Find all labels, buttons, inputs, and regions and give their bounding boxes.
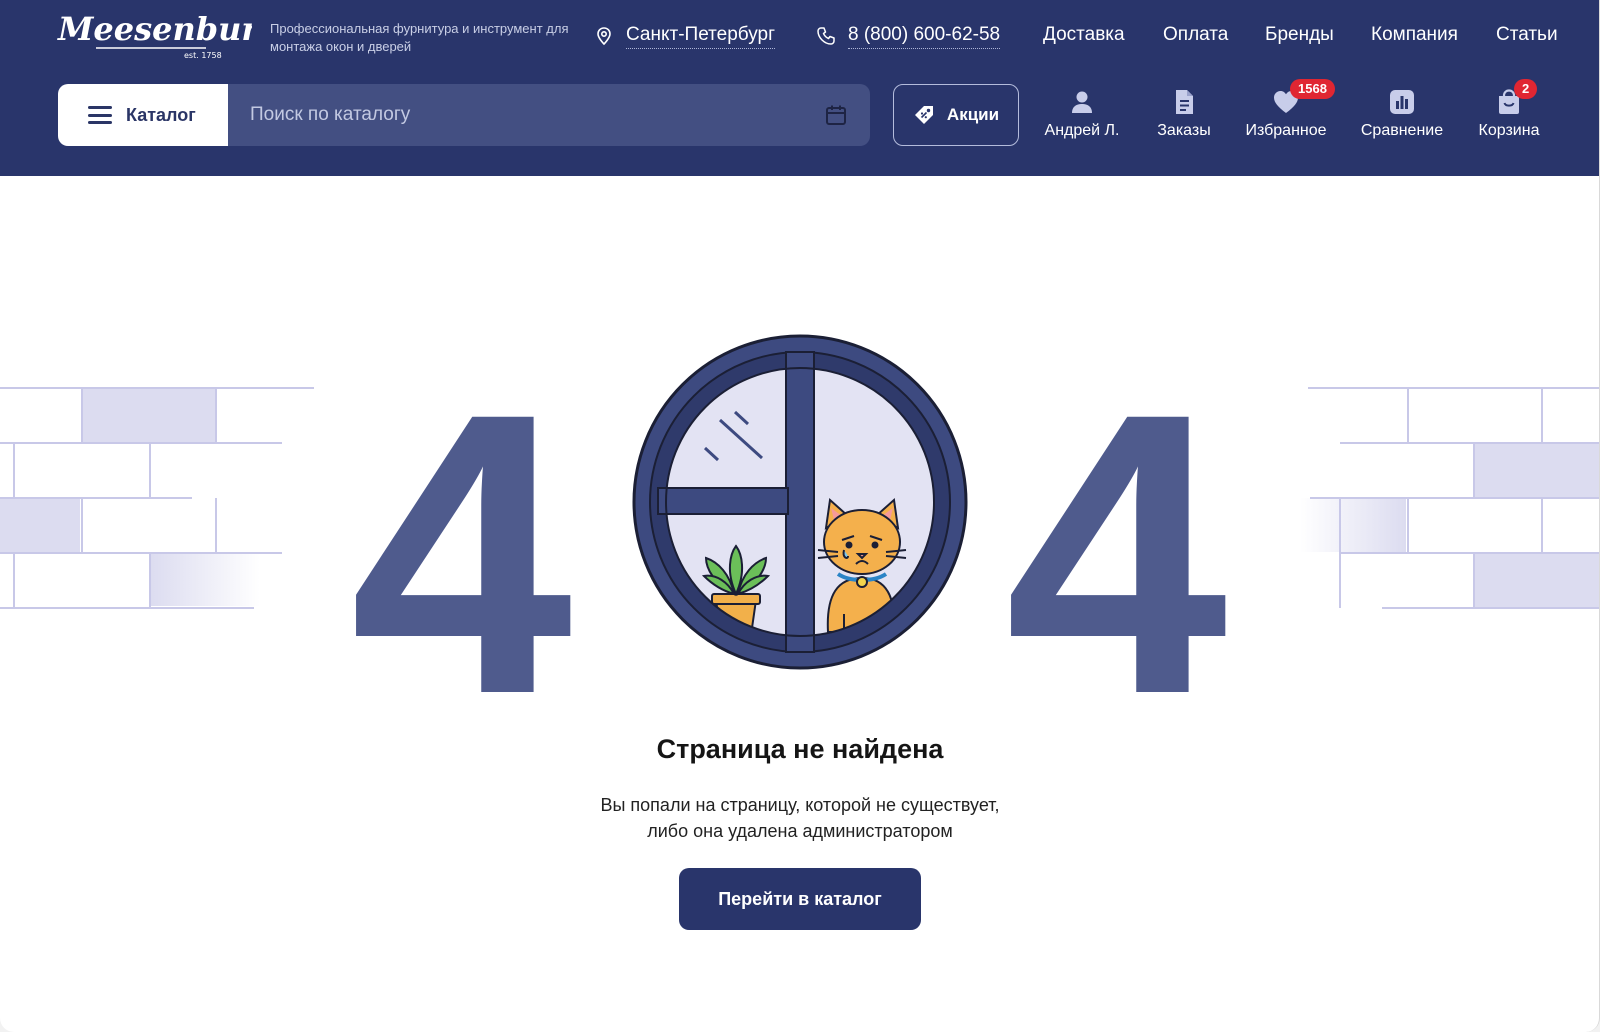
hamburger-menu-icon [88,106,112,124]
nav-articles[interactable]: Статьи [1496,24,1558,46]
favorites-button[interactable]: 1568 Избранное [1238,79,1335,146]
user-icon [1072,91,1092,113]
error-description: Вы попали на страницу, которой не сущест… [0,792,1599,844]
cart-count-badge: 2 [1514,79,1538,99]
error-description-line-1: Вы попали на страницу, которой не сущест… [600,795,1000,815]
compare-label: Сравнение [1360,122,1444,139]
catalog-button[interactable]: Каталог [58,84,228,146]
logo[interactable]: Meesenburg est. 1758 [56,6,252,62]
compare-button[interactable]: Сравнение [1354,84,1450,146]
logo-wordmark: Meesenburg [57,10,252,48]
window-cat-illustration [632,334,968,670]
search-bar [228,84,870,146]
city-name: Санкт-Петербург [626,24,776,49]
nav-company[interactable]: Компания [1371,24,1458,46]
page: Meesenburg est. 1758 Профессиональная фу… [0,0,1600,1032]
error-digit-right: 4 [1005,330,1228,777]
account-button[interactable]: Андрей Л. [1040,84,1124,146]
site-header: Meesenburg est. 1758 Профессиональная фу… [0,0,1599,176]
promo-button[interactable]: Акции [893,84,1019,146]
tagline: Профессиональная фурнитура и инструмент … [270,21,569,54]
cart-button[interactable]: 2 Корзина [1470,79,1548,146]
location-pin-icon [597,27,611,46]
not-found-section: 4 4 Страница не найдена Вы попали на стр… [0,176,1599,1032]
error-title: Страница не найдена [656,734,944,764]
orders-label: Заказы [1157,122,1211,139]
account-label: Андрей Л. [1044,122,1120,139]
favorites-label: Избранное [1245,122,1327,139]
phone-number: 8 (800) 600-62-58 [848,24,1001,49]
error-digit-left: 4 [350,330,573,777]
tag-icon [914,106,933,124]
bar-chart-icon [1390,90,1414,114]
phone-link[interactable]: 8 (800) 600-62-58 [816,22,1001,50]
logo-est: est. 1758 [184,51,222,60]
error-description-line-2: либо она удалена администратором [647,821,953,841]
brick-wall-right [1300,387,1599,609]
city-selector[interactable]: Санкт-Петербург [594,22,776,50]
document-icon [1176,90,1193,114]
promo-label: Акции [946,105,1000,124]
go-to-catalog-button[interactable]: Перейти в каталог [679,868,921,930]
nav-payment[interactable]: Оплата [1163,24,1228,46]
favorites-count-badge: 1568 [1290,79,1335,99]
search-input[interactable] [250,84,790,146]
cart-label: Корзина [1478,122,1540,139]
brick-wall-left [0,387,314,609]
catalog-button-label: Каталог [126,104,196,125]
phone-icon [817,27,835,45]
nav-brands[interactable]: Бренды [1265,24,1334,46]
nav-delivery[interactable]: Доставка [1043,24,1125,46]
orders-button[interactable]: Заказы [1150,84,1218,146]
calendar-icon[interactable] [824,103,848,127]
